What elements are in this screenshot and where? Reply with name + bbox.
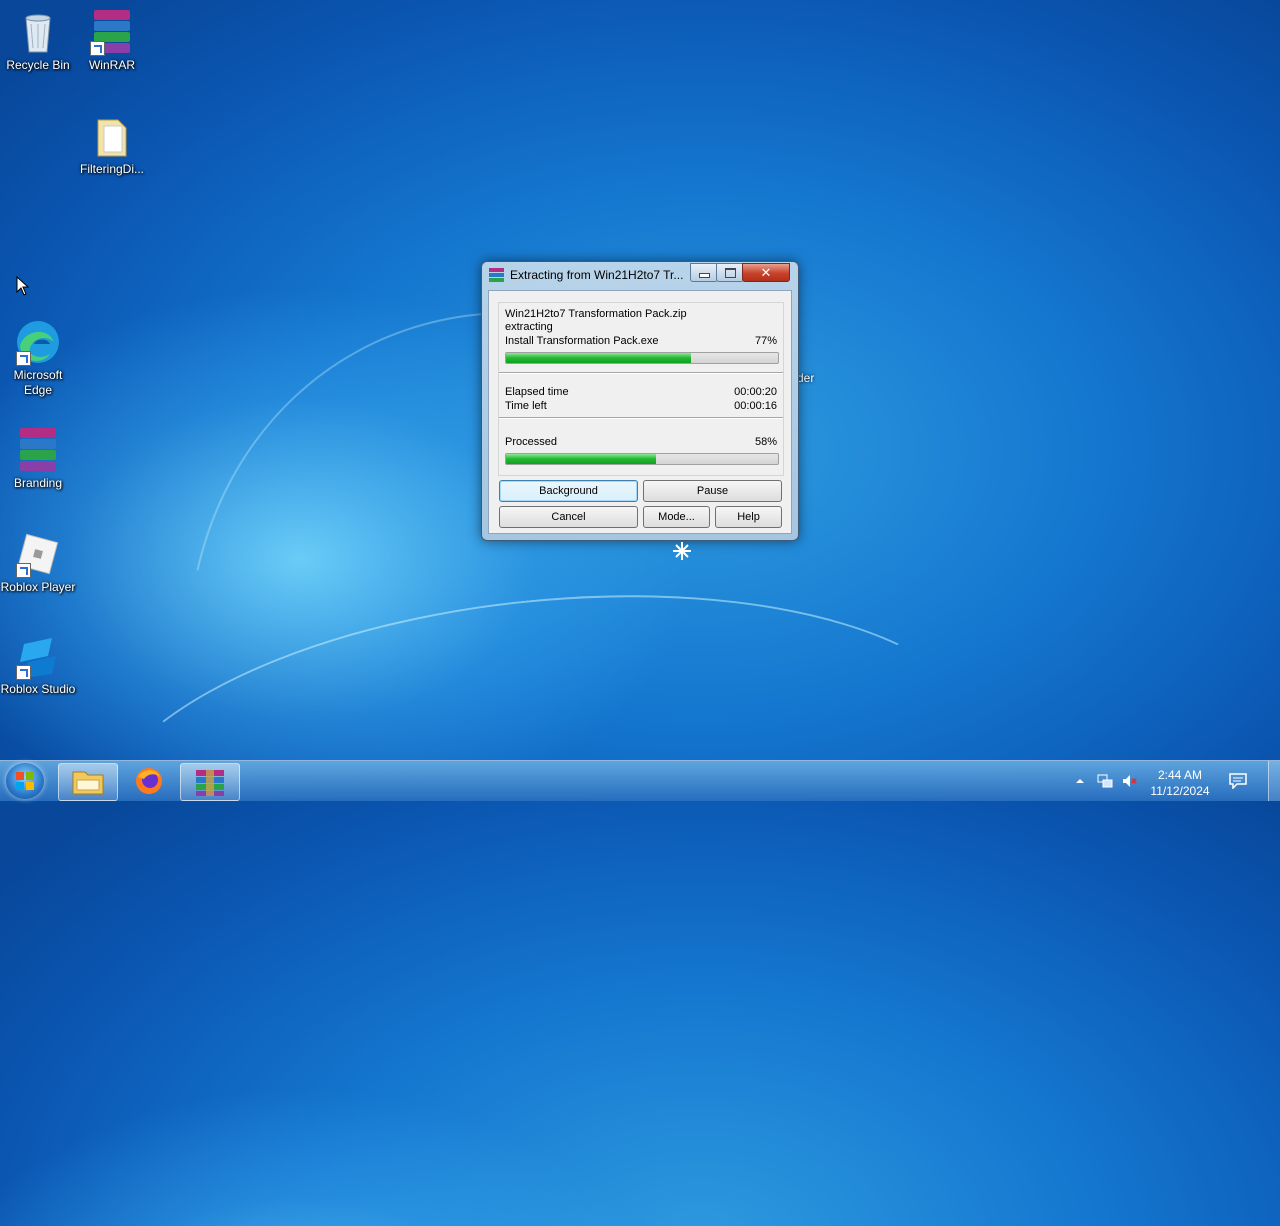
action-text: extracting [505, 321, 553, 333]
pause-button[interactable]: Pause [643, 480, 782, 502]
chevron-up-icon [1076, 779, 1084, 783]
volume-tray-button[interactable] [1121, 773, 1137, 789]
time-left-label: Time left [505, 400, 547, 412]
taskbar-winrar[interactable] [180, 763, 240, 801]
clock-time: 2:44 AM [1157, 768, 1203, 782]
file-explorer-icon [72, 771, 104, 795]
elapsed-row: Elapsed time 00:00:20 [505, 386, 777, 400]
cancel-button[interactable]: Cancel [499, 506, 638, 528]
elapsed-value: 00:00:20 [734, 386, 777, 398]
extraction-dialog: Extracting from Win21H2to7 Tr... ✕ Win21… [481, 261, 799, 541]
desktop-icon-branding[interactable]: Branding [0, 426, 76, 491]
network-tray-button[interactable] [1097, 773, 1113, 789]
volume-muted-icon [1123, 775, 1137, 787]
clock-date: 11/12/2024 [1150, 784, 1210, 798]
desktop-icon-winrar[interactable]: WinRAR [74, 8, 150, 73]
show-desktop-button[interactable] [1268, 761, 1280, 801]
mode-button[interactable]: Mode... [643, 506, 710, 528]
desktop-icon-roblox-studio[interactable]: Roblox Studio [0, 632, 76, 697]
desktop-icon-label: Branding [13, 476, 63, 490]
firefox-icon [136, 768, 162, 794]
minimize-button[interactable] [690, 263, 718, 282]
folder-icon [97, 119, 127, 157]
dialog-titlebar[interactable]: Extracting from Win21H2to7 Tr... ✕ [482, 262, 798, 288]
winrar-icon [489, 268, 504, 283]
action-center-button[interactable] [1229, 773, 1247, 790]
desktop-icon-label-partial: der [797, 371, 815, 385]
winrar-icon [20, 428, 56, 472]
desktop-icon-edge[interactable]: Microsoft Edge [0, 318, 76, 398]
current-file-name: Install Transformation Pack.exe [505, 335, 659, 347]
windows-logo-icon [16, 772, 34, 790]
desktop-icon-label: Recycle Bin [6, 58, 70, 72]
shortcut-arrow-icon [16, 351, 31, 366]
dialog-title: Extracting from Win21H2to7 Tr... [510, 268, 684, 282]
archive-name: Win21H2to7 Transformation Pack.zip [505, 308, 687, 320]
dialog-client: Win21H2to7 Transformation Pack.zip extra… [488, 290, 792, 534]
help-button[interactable]: Help [715, 506, 782, 528]
shortcut-arrow-icon [16, 665, 31, 680]
taskbar-firefox[interactable] [120, 763, 178, 799]
shortcut-arrow-icon [90, 41, 105, 56]
maximize-button[interactable] [716, 263, 744, 282]
recycle-bin-icon [25, 14, 51, 53]
divider [499, 372, 783, 374]
current-file-row: Install Transformation Pack.exe 77% [505, 335, 777, 349]
processed-row: Processed 58% [505, 436, 777, 450]
elapsed-label: Elapsed time [505, 386, 569, 398]
taskbar-file-explorer[interactable] [58, 763, 118, 801]
desktop-icon-label: Roblox Player [0, 580, 76, 594]
file-progress-fill [506, 353, 691, 363]
divider [499, 417, 783, 419]
start-button[interactable] [6, 763, 44, 799]
processed-percent: 58% [754, 436, 777, 448]
shortcut-arrow-icon [16, 563, 31, 578]
taskbar: 2:44 AM 11/12/2024 [0, 760, 1280, 801]
time-left-row: Time left 00:00:16 [505, 400, 777, 414]
processed-progress-bar [505, 453, 779, 465]
network-icon [1097, 774, 1113, 788]
desktop-icon-filtering[interactable]: FilteringDi... [74, 112, 150, 177]
minimize-icon [698, 273, 710, 278]
notification-icon [1229, 773, 1247, 790]
desktop-icon-label: Roblox Studio [0, 682, 76, 696]
taskbar-clock[interactable]: 2:44 AM 11/12/2024 [1148, 767, 1212, 799]
desktop-icon-label: Microsoft Edge [13, 368, 63, 397]
processed-label: Processed [505, 436, 557, 448]
mouse-cursor-icon [16, 276, 30, 296]
winrar-icon [196, 770, 224, 796]
close-icon: ✕ [760, 264, 772, 280]
desktop-icon-roblox-player[interactable]: Roblox Player [0, 530, 76, 595]
desktop-icon-recycle-bin[interactable]: Recycle Bin [0, 8, 76, 73]
desktop-icon-label: FilteringDi... [79, 162, 144, 176]
show-hidden-icons-button[interactable] [1072, 773, 1088, 789]
background-button[interactable]: Background [499, 480, 638, 502]
file-percent: 77% [754, 335, 777, 347]
time-left-value: 00:00:16 [734, 400, 777, 412]
busy-cursor-icon [673, 542, 691, 560]
progress-panel: Win21H2to7 Transformation Pack.zip extra… [498, 302, 784, 476]
desktop-icon-label: WinRAR [88, 58, 135, 72]
file-progress-bar [505, 352, 779, 364]
close-button[interactable]: ✕ [742, 263, 790, 282]
processed-progress-fill [506, 454, 656, 464]
maximize-icon [724, 267, 736, 278]
